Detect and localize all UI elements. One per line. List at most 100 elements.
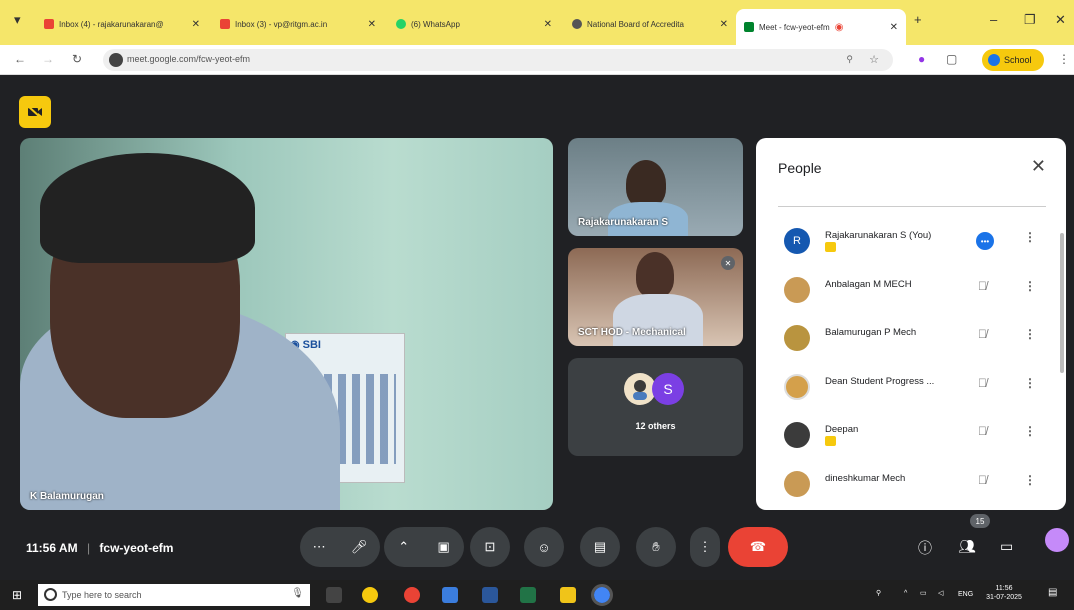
app-icon[interactable] <box>442 587 458 603</box>
chrome-icon[interactable] <box>404 587 420 603</box>
tab-nba[interactable]: National Board of Accredita ✕ <box>564 13 736 35</box>
close-window-icon[interactable]: ✕ <box>1055 12 1066 28</box>
browser-menu-icon[interactable]: ⋮ <box>1058 52 1070 66</box>
audio-settings-icon[interactable]: ⋯ <box>313 539 326 555</box>
list-item[interactable]: R Rajakarunakaran S (You) ••• ⋮ <box>756 218 1056 267</box>
windows-start-icon[interactable]: ⊞ <box>12 588 22 602</box>
others-tile[interactable]: S 12 others <box>568 358 743 456</box>
excel-icon[interactable] <box>520 587 536 603</box>
avatar <box>784 276 810 303</box>
list-item[interactable]: Balamurugan P Mech 🎙̸ ⋮ <box>756 315 1056 364</box>
close-tab-icon[interactable]: ✕ <box>192 19 200 30</box>
chevron-up-icon[interactable]: ⌃ <box>398 539 409 555</box>
minimize-icon[interactable]: – <box>990 12 997 27</box>
more-options-icon[interactable]: ⋮ <box>1024 376 1036 390</box>
close-tab-icon[interactable]: ✕ <box>720 19 728 30</box>
captions-button[interactable]: ▤ <box>580 527 620 567</box>
more-options-icon[interactable]: ⋮ <box>1024 230 1036 244</box>
extension-icon[interactable]: ● <box>918 52 925 66</box>
list-item[interactable]: dineshkumar Mech 🎙̸ ⋮ <box>756 461 1056 510</box>
close-tab-icon[interactable]: ✕ <box>890 22 898 33</box>
close-tab-icon[interactable]: ✕ <box>368 19 376 30</box>
avatar <box>784 422 810 448</box>
list-item[interactable]: Dean Student Progress ... 🎙̸ ⋮ <box>756 364 1056 413</box>
close-icon[interactable]: ✕ <box>1031 156 1046 177</box>
notification-icon[interactable]: ▤ <box>1048 588 1057 598</box>
extensions-puzzle-icon[interactable]: ▢ <box>946 52 957 66</box>
meeting-clock: 11:56 AM | fcw-yeot-efm <box>26 541 174 555</box>
word-icon[interactable] <box>482 587 498 603</box>
gmail-icon <box>220 19 230 29</box>
camera-control-group: ⌃ ▣ <box>384 527 464 567</box>
tab-search-icon[interactable]: ▾ <box>14 12 21 28</box>
emoji-icon: ☺ <box>537 539 551 555</box>
tab-inbox-1[interactable]: Inbox (4) - rajakarunakaran@ ✕ <box>36 13 208 35</box>
people-tray-icon[interactable]: ⚲ <box>876 589 881 598</box>
chevron-up-icon[interactable]: ^ <box>904 589 907 598</box>
mic-off-icon: 🎙̸ <box>978 424 987 438</box>
avatar <box>784 470 810 497</box>
volume-icon[interactable]: ◁ <box>938 589 943 598</box>
more-options-icon[interactable]: ⋮ <box>1024 473 1036 487</box>
reload-icon[interactable]: ↻ <box>72 52 82 66</box>
participant-hair <box>40 153 255 263</box>
back-icon[interactable]: ← <box>14 52 26 66</box>
meeting-code: fcw-yeot-efm <box>99 541 174 555</box>
list-item[interactable]: Anbalagan M MECH 🎙̸ ⋮ <box>756 267 1056 316</box>
taskbar-clock[interactable]: 11:56 31-07-2025 <box>986 584 1022 602</box>
new-tab-icon[interactable]: + <box>914 12 922 27</box>
chat-icon[interactable]: ▭ <box>1000 538 1013 555</box>
meeting-info-icon[interactable]: ⓘ <box>918 538 932 558</box>
more-options-icon[interactable]: ⋮ <box>1024 327 1036 341</box>
video-tile-rajakarunakaran[interactable]: Rajakarunakaran S <box>568 138 743 236</box>
gmail-icon <box>44 19 54 29</box>
mic-off-icon: 🎙̸ <box>978 278 987 293</box>
more-options-icon[interactable]: ⋮ <box>1024 424 1036 438</box>
main-video-tile[interactable]: ◉ SBI K Balamurugan <box>20 138 553 510</box>
people-icon[interactable]: 👥︎ <box>958 538 976 555</box>
list-item[interactable]: Deepan 🎙̸ ⋮ <box>756 412 1056 461</box>
others-count-label: 12 others <box>635 421 676 431</box>
avatar <box>988 54 1000 66</box>
file-explorer-icon[interactable] <box>560 587 576 603</box>
bookmark-star-icon[interactable]: ☆ <box>869 53 879 66</box>
zoom-icon[interactable]: ⚲ <box>846 54 853 65</box>
raise-hand-button[interactable]: ✋︎ <box>636 527 676 567</box>
avatar: S <box>652 373 684 405</box>
tab-whatsapp[interactable]: (6) WhatsApp ✕ <box>388 13 560 35</box>
scrollbar[interactable] <box>1060 233 1064 373</box>
more-options-button[interactable]: ⋮ <box>690 527 720 567</box>
leave-call-button[interactable]: ☎︎ <box>728 527 788 567</box>
mic-button[interactable]: 🎤︎ <box>351 539 368 555</box>
taskbar-search-input[interactable]: Type here to search 🎙︎ <box>38 584 310 606</box>
close-tab-icon[interactable]: ✕ <box>544 19 552 30</box>
network-icon[interactable]: ▭ <box>920 589 927 598</box>
task-view-icon[interactable] <box>326 587 342 603</box>
more-options-icon[interactable]: ⋮ <box>1024 279 1036 293</box>
reactions-button[interactable]: ☺ <box>524 527 564 567</box>
maximize-icon[interactable]: ❐ <box>1024 12 1036 28</box>
url-input[interactable]: meet.google.com/fcw-yeot-efm ⚲ ☆ <box>103 49 893 71</box>
activities-icon[interactable] <box>1045 528 1069 552</box>
mic-off-icon: 🎙̸ <box>978 472 987 487</box>
whatsapp-icon <box>396 19 406 29</box>
tab-inbox-2[interactable]: Inbox (3) - vp@ritgm.ac.in ✕ <box>212 13 384 35</box>
people-panel: People ✕ R Rajakarunakaran S (You) ••• ⋮… <box>756 138 1066 510</box>
present-screen-icon: ⊡ <box>484 539 496 554</box>
search-app-icon[interactable] <box>362 587 378 603</box>
camera-button[interactable]: ▣ <box>437 539 449 555</box>
tab-meet[interactable]: Meet - fcw-yeot-efm ◉ ✕ <box>736 9 906 45</box>
forward-icon[interactable]: → <box>42 52 54 66</box>
more-vert-icon: ⋮ <box>698 539 712 554</box>
video-tile-sct-hod[interactable]: ✕ SCT HOD - Mechanical <box>568 248 743 346</box>
present-button[interactable]: ⊡ <box>470 527 510 567</box>
camera-off-badge[interactable] <box>19 96 51 128</box>
chrome-active-icon[interactable] <box>591 584 613 606</box>
microphone-icon[interactable]: 🎙︎ <box>291 588 304 599</box>
site-icon <box>572 19 582 29</box>
recording-icon: ◉ <box>834 21 844 33</box>
language-indicator[interactable]: ENG <box>958 590 973 599</box>
site-info-icon[interactable] <box>109 53 123 67</box>
mic-off-icon: ✕ <box>721 256 735 270</box>
profile-button[interactable]: School <box>982 49 1044 71</box>
